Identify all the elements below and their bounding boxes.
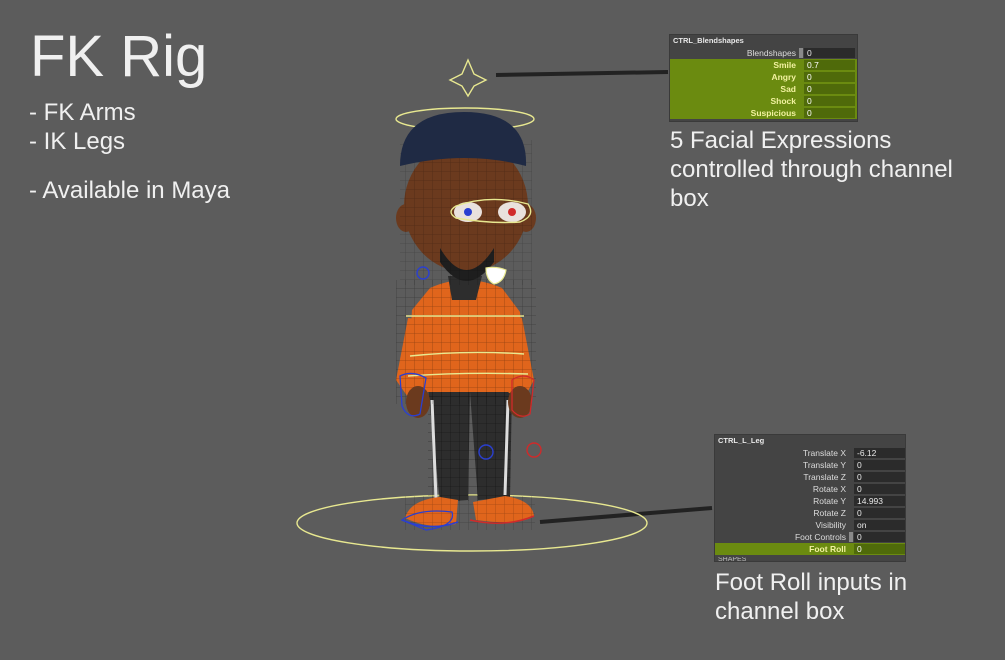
channel-label: Visibility xyxy=(815,520,846,530)
key-indicator xyxy=(849,532,853,542)
channel-value-field[interactable]: 0 xyxy=(804,84,855,94)
channel-label: Rotate Z xyxy=(813,508,846,518)
channel-label: Translate Y xyxy=(803,460,846,470)
channel-value-field[interactable]: 0 xyxy=(804,108,855,118)
channel-value-field[interactable]: 0 xyxy=(804,48,855,58)
leader-line-face xyxy=(495,70,669,77)
channel-row-foot-roll[interactable]: Foot Roll 0 xyxy=(715,543,905,555)
channel-label: Translate X xyxy=(802,448,846,458)
channel-value-field[interactable]: 0 xyxy=(854,532,905,542)
character-torso xyxy=(396,276,536,404)
feature-maya: - Available in Maya xyxy=(29,177,230,204)
shapes-section-label: SHAPES xyxy=(718,557,747,561)
channel-value-field[interactable]: 0 xyxy=(804,72,855,82)
channel-label: Smile xyxy=(773,60,796,70)
channel-value-field[interactable]: 0 xyxy=(854,472,905,482)
channel-label: Shock xyxy=(770,96,796,106)
feature-fk-arms: - FK Arms xyxy=(29,99,136,126)
feature-ik-legs: - IK Legs xyxy=(29,128,126,155)
channel-row-rotate-y[interactable]: Rotate Y 14.993 xyxy=(715,495,905,507)
character-head xyxy=(396,112,536,285)
channel-row-blendshapes[interactable]: Blendshapes 0 xyxy=(670,47,857,59)
channel-label: Foot Roll xyxy=(809,544,846,554)
channel-row-angry[interactable]: Angry 0 xyxy=(670,71,857,83)
channel-value-field[interactable]: 0 xyxy=(804,96,855,106)
key-indicator xyxy=(799,48,803,58)
feature-list: - FK Arms - IK Legs - Available in Maya xyxy=(29,98,230,205)
channel-label: Rotate Y xyxy=(813,496,846,506)
channel-row-translate-z[interactable]: Translate Z 0 xyxy=(715,471,905,483)
channel-row-translate-x[interactable]: Translate X -6.12 xyxy=(715,447,905,459)
channel-box-header: CTRL_L_Leg xyxy=(718,436,765,445)
facial-expressions-caption: 5 Facial Expressions controlled through … xyxy=(670,127,953,212)
leg-channel-box: CTRL_L_Leg Translate X -6.12 Translate Y… xyxy=(714,434,906,562)
head-top-control xyxy=(448,58,488,98)
channel-value-field[interactable]: 0 xyxy=(854,460,905,470)
channel-value-field[interactable]: 14.993 xyxy=(854,496,905,506)
channel-row-shock[interactable]: Shock 0 xyxy=(670,95,857,107)
channel-row-visibility[interactable]: Visibility on xyxy=(715,519,905,531)
channel-value-field[interactable]: 0.7 xyxy=(804,60,855,70)
channel-label: Translate Z xyxy=(803,472,846,482)
character-legs xyxy=(428,388,512,502)
page-title: FK Rig xyxy=(30,24,208,89)
foot-roll-caption: Foot Roll inputs in channel box xyxy=(715,569,908,625)
channel-value-field[interactable]: on xyxy=(854,520,905,530)
channel-value-field[interactable]: 0 xyxy=(854,508,905,518)
channel-row-sad[interactable]: Sad 0 xyxy=(670,83,857,95)
channel-box-header: CTRL_Blendshapes xyxy=(673,36,744,45)
channel-row-translate-y[interactable]: Translate Y 0 xyxy=(715,459,905,471)
channel-value-field[interactable]: -6.12 xyxy=(854,448,905,458)
channel-row-rotate-x[interactable]: Rotate X 0 xyxy=(715,483,905,495)
channel-label: Rotate X xyxy=(812,484,846,494)
channel-label: Suspicious xyxy=(750,108,796,118)
channel-label: Sad xyxy=(780,84,796,94)
channel-label: Foot Controls xyxy=(794,532,846,542)
channel-row-smile[interactable]: Smile 0.7 xyxy=(670,59,857,71)
channel-label: Blendshapes xyxy=(746,48,796,58)
beanie xyxy=(400,112,527,166)
channel-value-field[interactable]: 0 xyxy=(854,544,905,554)
channel-value-field[interactable]: 0 xyxy=(854,484,905,494)
character-shoes xyxy=(401,496,535,530)
channel-label: Angry xyxy=(771,72,796,82)
channel-row-foot-controls[interactable]: Foot Controls 0 xyxy=(715,531,905,543)
channel-row-suspicious[interactable]: Suspicious 0 xyxy=(670,107,857,119)
blendshapes-channel-box: CTRL_Blendshapes Blendshapes 0 Smile 0.7… xyxy=(669,34,858,122)
channel-row-rotate-z[interactable]: Rotate Z 0 xyxy=(715,507,905,519)
